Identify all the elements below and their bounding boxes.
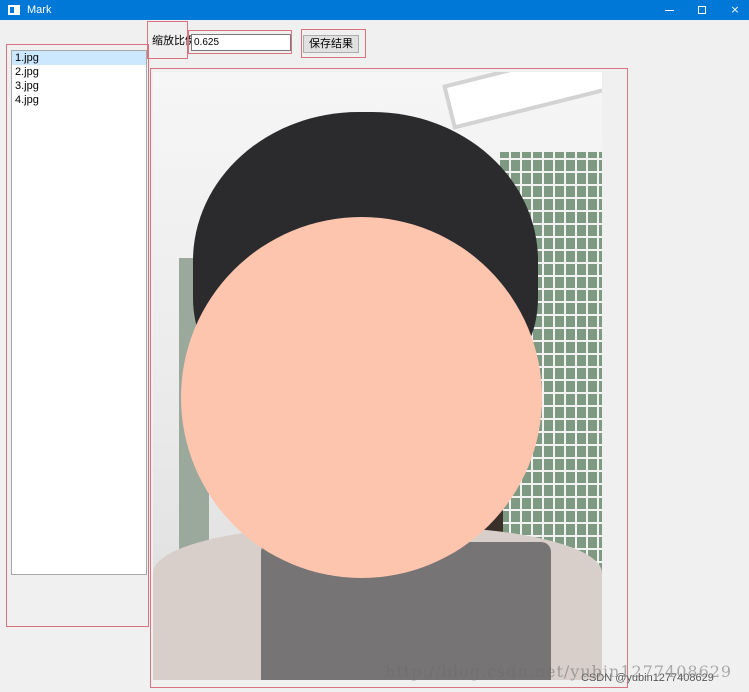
save-result-button[interactable]: 保存结果	[303, 35, 359, 53]
minimize-icon	[664, 9, 674, 11]
close-icon: ×	[730, 3, 740, 16]
maximize-icon	[698, 6, 706, 14]
file-list-item[interactable]: 1.jpg	[12, 51, 146, 65]
minimize-button[interactable]	[651, 0, 687, 20]
file-list-item[interactable]: 4.jpg	[12, 93, 146, 107]
maximize-button[interactable]	[684, 0, 720, 20]
file-list-item[interactable]: 3.jpg	[12, 79, 146, 93]
scale-input[interactable]	[191, 34, 291, 51]
image-preview	[153, 72, 602, 680]
file-list-item[interactable]: 2.jpg	[12, 65, 146, 79]
app-window-icon	[8, 5, 20, 15]
title-bar[interactable]: Mark ×	[0, 0, 749, 20]
face-cover-circle	[181, 217, 542, 578]
close-button[interactable]: ×	[717, 0, 749, 20]
window-title: Mark	[27, 4, 52, 16]
file-list[interactable]: 1.jpg 2.jpg 3.jpg 4.jpg	[11, 50, 147, 575]
watermark-csdn: CSDN @yubin1277408629	[581, 672, 714, 684]
scale-label: 缩放比例	[152, 35, 196, 47]
